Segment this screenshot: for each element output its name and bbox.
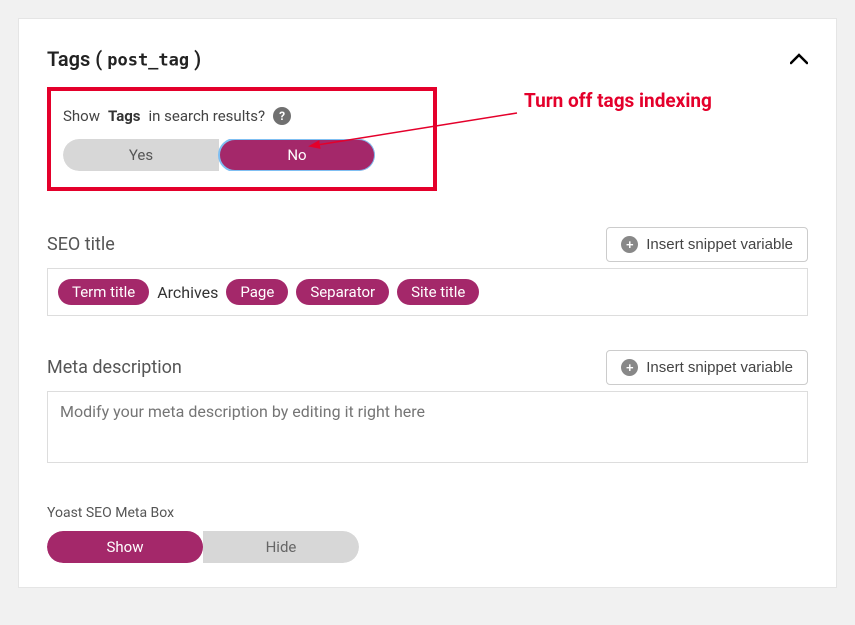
title-code: post_tag (107, 51, 189, 71)
plus-circle-icon: + (621, 359, 638, 376)
pill-page[interactable]: Page (226, 279, 288, 305)
pill-separator[interactable]: Separator (296, 279, 389, 305)
section-header: Tags ( post_tag ) (47, 47, 808, 71)
toggle-hide-button[interactable]: Hide (203, 531, 359, 563)
yoast-metabox-toggle: Show Hide (47, 531, 359, 563)
text-archives: Archives (157, 283, 218, 302)
toggle-show-button[interactable]: Show (47, 531, 203, 563)
meta-description-label: Meta description (47, 357, 182, 378)
q-suffix: in search results? (149, 107, 266, 125)
show-in-search-toggle: Yes No (63, 139, 375, 171)
seo-title-input[interactable]: Term title Archives Page Separator Site … (47, 268, 808, 316)
show-in-search-label: Show Tags in search results? ? (63, 107, 421, 125)
q-bold: Tags (108, 107, 141, 125)
toggle-no-button[interactable]: No (219, 139, 375, 171)
q-prefix: Show (63, 107, 100, 125)
toggle-yes-button[interactable]: Yes (63, 139, 219, 171)
insert-snippet-meta-button[interactable]: + Insert snippet variable (606, 350, 808, 385)
insert-snippet-seo-button[interactable]: + Insert snippet variable (606, 227, 808, 262)
plus-circle-icon: + (621, 236, 638, 253)
title-prefix: Tags (47, 47, 90, 71)
insert-snippet-meta-label: Insert snippet variable (646, 359, 793, 376)
yoast-metabox-label: Yoast SEO Meta Box (47, 505, 808, 521)
section-title: Tags ( post_tag ) (47, 47, 201, 71)
insert-snippet-seo-label: Insert snippet variable (646, 236, 793, 253)
title-paren-open: ( (90, 47, 107, 71)
title-paren-close: ) (189, 47, 201, 71)
tags-settings-panel: Tags ( post_tag ) Show Tags in search re… (18, 18, 837, 588)
pill-term-title[interactable]: Term title (58, 279, 149, 305)
seo-title-label: SEO title (47, 234, 115, 255)
pill-site-title[interactable]: Site title (397, 279, 479, 305)
meta-description-row: Meta description + Insert snippet variab… (47, 350, 808, 385)
seo-title-row: SEO title + Insert snippet variable (47, 227, 808, 262)
collapse-icon[interactable] (790, 49, 808, 70)
help-icon[interactable]: ? (273, 107, 291, 125)
meta-description-textarea[interactable] (47, 391, 808, 463)
annotation-text: Turn off tags indexing (524, 89, 712, 112)
annotation-highlight-box: Show Tags in search results? ? Yes No (47, 87, 437, 191)
